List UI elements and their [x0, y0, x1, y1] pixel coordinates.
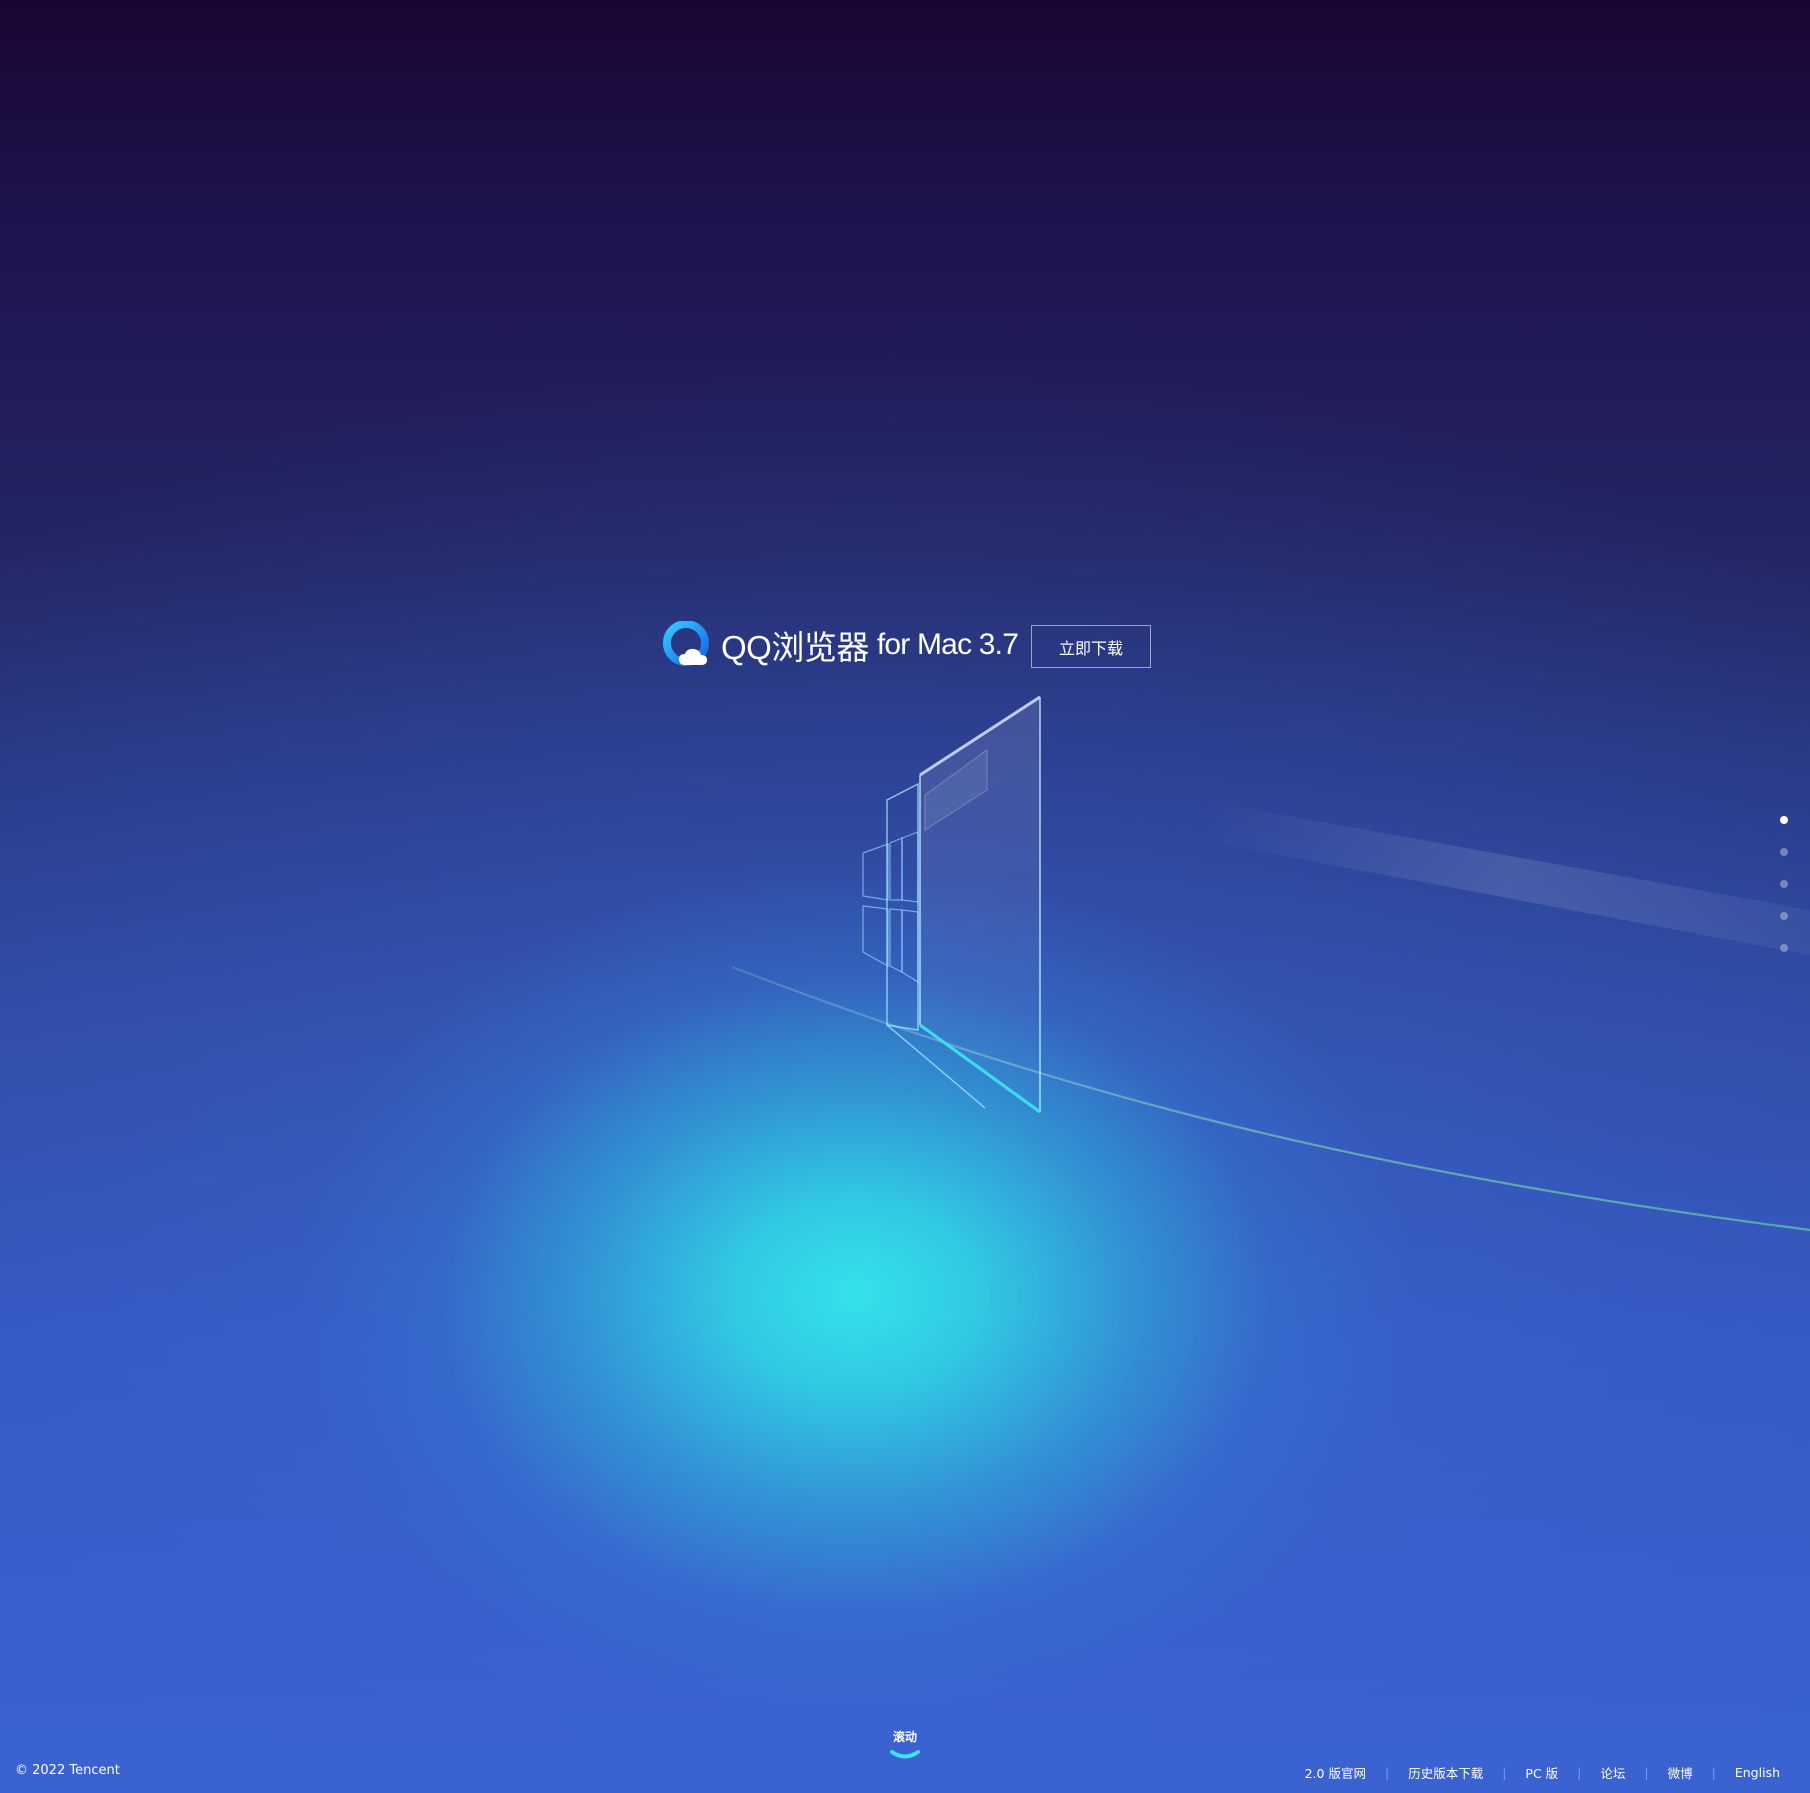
footer-separator: |	[1384, 1765, 1390, 1780]
footer-separator: |	[1502, 1765, 1507, 1780]
light-beam	[1200, 800, 1810, 955]
hero-header: QQ浏览器 for Mac 3.7	[663, 620, 1019, 670]
download-button[interactable]: 立即下载	[1031, 625, 1151, 668]
window-frame-middle	[886, 782, 986, 1109]
light-streak	[731, 965, 1810, 1232]
footer-separator: |	[1644, 1765, 1649, 1780]
scroll-label: 滚动	[892, 1730, 917, 1744]
footer-separator: |	[1577, 1765, 1582, 1780]
footer-link-pc-version[interactable]: PC 版	[1525, 1763, 1558, 1782]
window-panes-back	[862, 831, 919, 984]
brand-version: for Mac 3.7	[876, 628, 1019, 661]
footer-links: 2.0 版官网 | 历史版本下载 | PC 版 | 论坛 | 微博 | Engl…	[1305, 1763, 1780, 1782]
pager-dot[interactable]	[1780, 848, 1788, 856]
pager-dot[interactable]	[1780, 912, 1788, 920]
footer-link-history-download[interactable]: 历史版本下载	[1408, 1763, 1483, 1782]
section-pager	[1780, 816, 1788, 976]
pager-dot[interactable]	[1780, 880, 1788, 888]
copyright: © 2022 Tencent	[15, 1763, 120, 1778]
footer-link-forum[interactable]: 论坛	[1600, 1763, 1625, 1782]
pager-dot[interactable]	[1780, 816, 1788, 824]
footer-link-v2-site[interactable]: 2.0 版官网	[1305, 1763, 1366, 1782]
hero-illustration	[731, 695, 1810, 1232]
footer-link-english[interactable]: English	[1735, 1765, 1780, 1780]
scroll-hint[interactable]: 滚动	[875, 1728, 935, 1761]
brand-name: QQ浏览器	[721, 629, 869, 666]
chevron-down-icon[interactable]	[890, 1749, 920, 1761]
window-frame-front	[919, 695, 1041, 1114]
footer-separator: |	[1711, 1765, 1716, 1780]
pager-dot[interactable]	[1780, 944, 1788, 952]
qq-browser-logo-icon[interactable]	[663, 621, 711, 669]
footer-link-weibo[interactable]: 微博	[1668, 1763, 1693, 1782]
